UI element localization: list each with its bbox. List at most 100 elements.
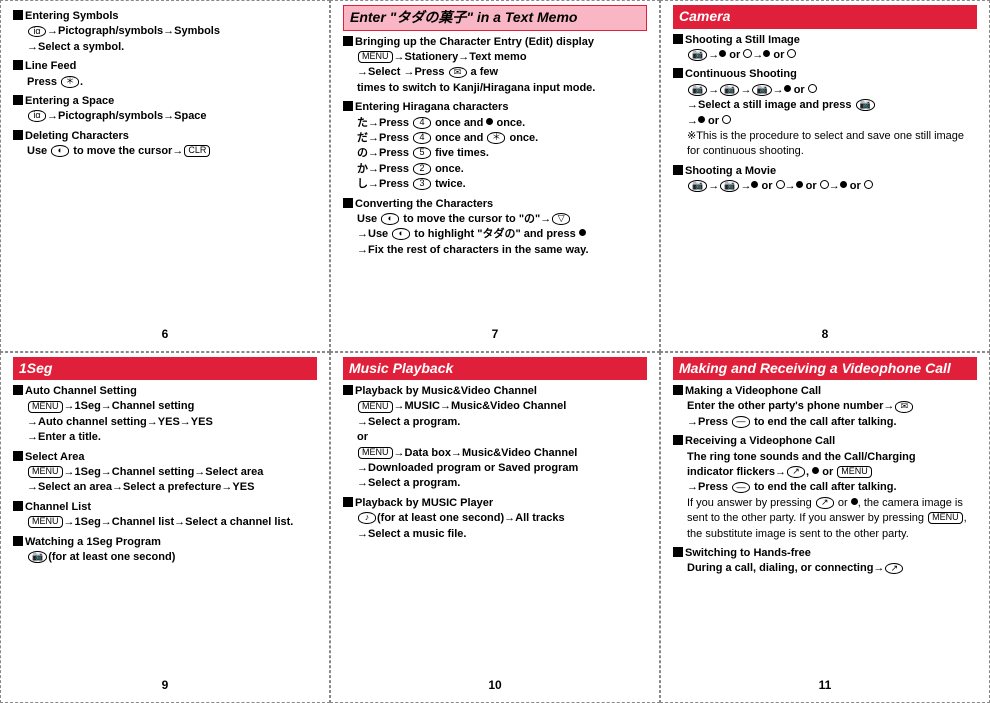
instruction-line: →Fix the rest of characters in the same … — [357, 243, 647, 258]
instruction-line: indicator flickers→↗, or MENU — [687, 465, 977, 480]
instruction-line: Press ＊. — [27, 75, 317, 90]
instruction-line: 📷→📷→ or → or → or — [687, 179, 977, 194]
i-alpha-key-icon: iα — [28, 26, 46, 38]
section-title: Entering a Space — [13, 94, 317, 109]
instruction-line: →Select →Press ✉ a few — [357, 65, 647, 80]
manual-page: Camera Shooting a Still Image📷→ or → or C… — [660, 0, 990, 352]
page-number: 9 — [13, 673, 317, 698]
section-title: Entering Symbols — [13, 9, 317, 24]
section-title: Entering Hiragana characters — [343, 100, 647, 115]
instruction-line: →Press — to end the call after talking. — [687, 480, 977, 495]
section-title: Receiving a Videophone Call — [673, 434, 977, 449]
camera-key-icon: 📷 — [720, 84, 739, 96]
instruction-line: →Select a program. — [357, 415, 647, 430]
nav-key-icon: ◐ — [51, 145, 69, 157]
camera-key-icon: 📷 — [752, 84, 771, 96]
manual-page: Entering Symbolsiα→Pictograph/symbols→Sy… — [0, 0, 330, 352]
page-header: Camera — [673, 5, 977, 29]
end-key-icon: — — [732, 416, 750, 428]
i-alpha-key-icon: iα — [28, 110, 46, 122]
page-number: 10 — [343, 673, 647, 698]
instruction-line: MENU→1Seg→Channel setting→Select area — [27, 465, 317, 480]
page-number: 8 — [673, 322, 977, 347]
section-title: Auto Channel Setting — [13, 384, 317, 399]
page-header: Enter "タダの菓子" in a Text Memo — [343, 5, 647, 31]
camera-key-icon: 📷 — [28, 551, 47, 563]
section-title: Bringing up the Character Entry (Edit) d… — [343, 35, 647, 50]
instruction-line: or — [357, 430, 647, 445]
mail-key-icon: ✉ — [895, 401, 913, 413]
camera-key-icon: 📷 — [688, 180, 707, 192]
star-key-icon: ＊ — [61, 76, 79, 88]
instruction-line: Use ◐ to move the cursor to "の"→▽ — [357, 212, 647, 227]
section-title: Channel List — [13, 500, 317, 515]
end-key-icon: — — [732, 482, 750, 494]
key-icon: MENU — [358, 447, 393, 459]
page-header: Music Playback — [343, 357, 647, 381]
instruction-line: 📷→📷→📷→ or — [687, 83, 977, 98]
digit-key-icon: 4 — [413, 117, 431, 129]
instruction-line: If you answer by pressing ↗ or , the cam… — [687, 496, 977, 542]
instruction-line: の→Press 5 five times. — [357, 146, 647, 161]
instruction-line: か→Press 2 once. — [357, 162, 647, 177]
key-icon: MENU — [28, 466, 63, 478]
mail-key-icon: ✉ — [449, 67, 467, 79]
camera-key-icon: 📷 — [688, 49, 707, 61]
instruction-line: The ring tone sounds and the Call/Chargi… — [687, 450, 977, 465]
instruction-line: Use ◐ to move the cursor→CLR — [27, 144, 317, 159]
section-title: Line Feed — [13, 59, 317, 74]
instruction-line: →Select a program. — [357, 476, 647, 491]
section-title: Playback by MUSIC Player — [343, 496, 647, 511]
page-number: 6 — [13, 322, 317, 347]
digit-key-icon: 2 — [413, 163, 431, 175]
instruction-line: 📷(for at least one second) — [27, 550, 317, 565]
instruction-line: →Enter a title. — [27, 430, 317, 445]
instruction-line: MENU→Data box→Music&Video Channel — [357, 446, 647, 461]
section-title: Continuous Shooting — [673, 67, 977, 82]
manual-page: Enter "タダの菓子" in a Text Memo Bringing up … — [330, 0, 660, 352]
nav-key-icon: ◐ — [381, 213, 399, 225]
section-title: Shooting a Still Image — [673, 33, 977, 48]
instruction-line: MENU→MUSIC→Music&Video Channel — [357, 399, 647, 414]
manual-page: 1SegAuto Channel SettingMENU→1Seg→Channe… — [0, 352, 330, 703]
key-icon: MENU — [28, 516, 63, 528]
key-icon: MENU — [928, 512, 963, 524]
instruction-line: iα→Pictograph/symbols→Symbols — [27, 24, 317, 39]
instruction-line: During a call, dialing, or connecting→↗ — [687, 561, 977, 576]
nav-key-icon: ◐ — [392, 228, 410, 240]
digit-key-icon: 3 — [413, 178, 431, 190]
camera-key-icon: 📷 — [720, 180, 739, 192]
call-key-icon: ↗ — [885, 563, 903, 575]
key-icon: MENU — [358, 401, 393, 413]
key-icon: MENU — [28, 401, 63, 413]
instruction-line: →Downloaded program or Saved program — [357, 461, 647, 476]
key-icon: CLR — [184, 145, 210, 157]
instruction-line: MENU→1Seg→Channel setting — [27, 399, 317, 414]
section-title: Converting the Characters — [343, 197, 647, 212]
instruction-line: MENU→Stationery→Text memo — [357, 50, 647, 65]
instruction-line: ※This is the procedure to select and sav… — [687, 129, 977, 160]
instruction-line: だ→Press 4 once and ＊ once. — [357, 131, 647, 146]
key-icon: MENU — [358, 51, 393, 63]
digit-key-icon: 5 — [413, 147, 431, 159]
camera-key-icon: 📷 — [856, 99, 875, 111]
page-number: 11 — [673, 673, 977, 698]
instruction-line: →Press — to end the call after talking. — [687, 415, 977, 430]
page-header: Making and Receiving a Videophone Call — [673, 357, 977, 381]
instruction-line: →Select an area→Select a prefecture→YES — [27, 480, 317, 495]
instruction-line: → or — [687, 114, 977, 129]
instruction-line: →Select a still image and press 📷 — [687, 98, 977, 113]
instruction-line: 📷→ or → or — [687, 48, 977, 63]
key-icon: MENU — [837, 466, 872, 478]
manual-page: Making and Receiving a Videophone Call Ma… — [660, 352, 990, 703]
section-title: Deleting Characters — [13, 129, 317, 144]
section-title: Making a Videophone Call — [673, 384, 977, 399]
manual-page: Music PlaybackPlayback by Music&Video Ch… — [330, 352, 660, 703]
instruction-line: →Use ◐ to highlight "タダの" and press — [357, 227, 647, 242]
section-title: Shooting a Movie — [673, 164, 977, 179]
section-title: Switching to Hands-free — [673, 546, 977, 561]
music-key-icon: ♪ — [358, 512, 376, 524]
star-key-icon: ＊ — [487, 132, 505, 144]
instruction-line: Enter the other party's phone number→✉ — [687, 399, 977, 414]
instruction-line: times to switch to Kanji/Hiragana input … — [357, 81, 647, 96]
